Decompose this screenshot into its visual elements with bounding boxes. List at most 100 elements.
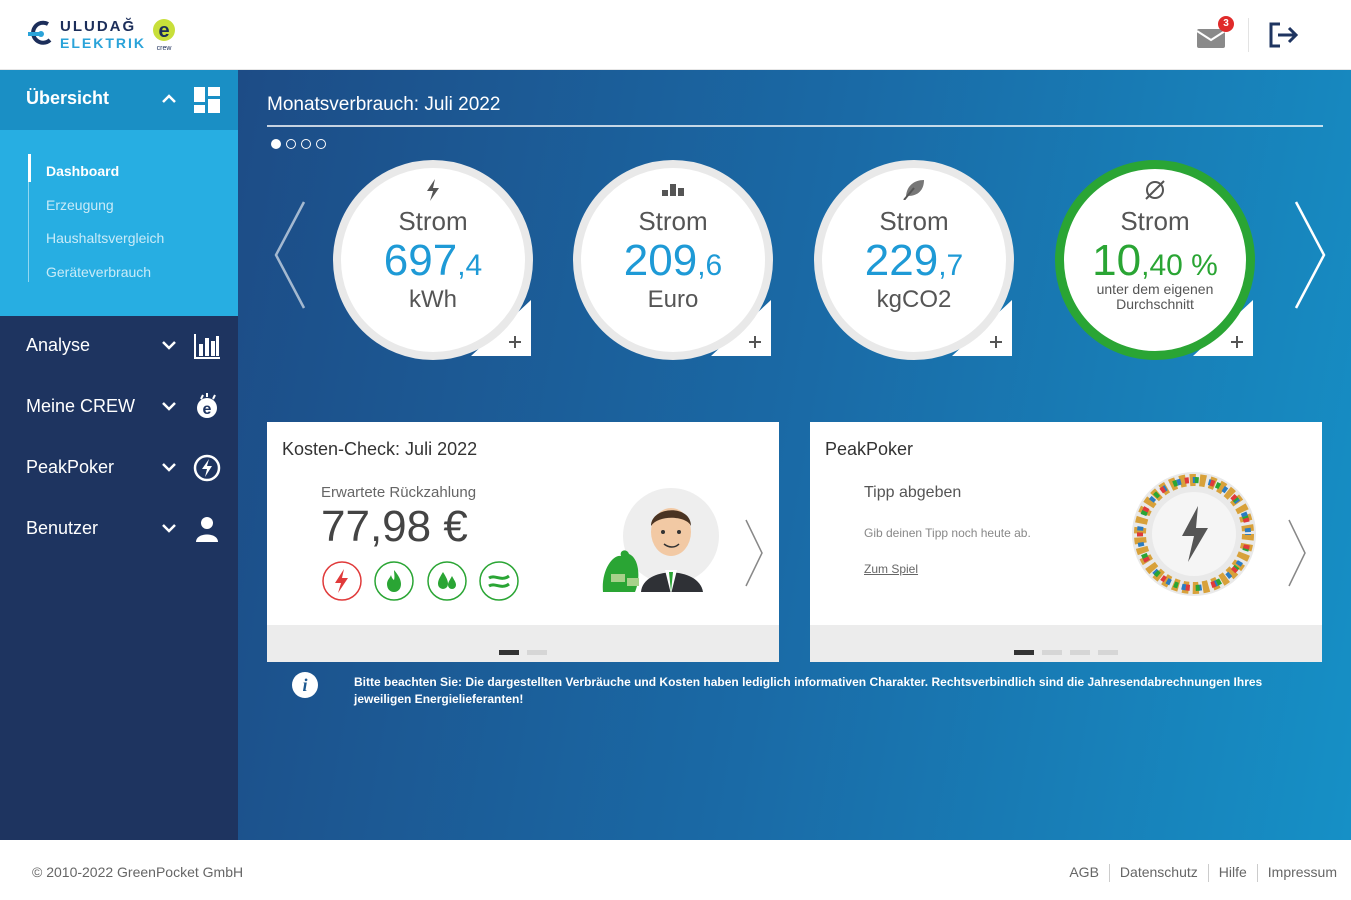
average-icon (1055, 178, 1255, 207)
pager-dot[interactable] (527, 650, 547, 655)
header-divider (1248, 18, 1249, 52)
footer-divider (1207, 864, 1209, 883)
sidebar: Übersicht Dashboard Erzeugung Haushaltsv… (0, 70, 238, 840)
gauge-value: 697,4 (383, 236, 483, 285)
sidebar-item-erzeugung[interactable]: Erzeugung (46, 197, 114, 213)
footer-divider (1108, 864, 1110, 883)
gas-flame-icon[interactable] (373, 560, 416, 602)
gauge-label: Strom (638, 206, 708, 236)
sidebar-section-uebersicht[interactable]: Übersicht (0, 70, 238, 130)
carousel-dot[interactable] (271, 139, 281, 149)
uludag-elektrik-logo[interactable]: ULUDAĞ ELEKTRIK e crew (26, 16, 186, 56)
sidebar-section-peakpoker[interactable]: PeakPoker (0, 440, 238, 496)
logo-text-elektrik: ELEKTRIK (60, 35, 146, 51)
footer-link-hilfe[interactable]: Hilfe (1219, 864, 1247, 880)
sidebar-section-label: Analyse (26, 335, 91, 355)
user-icon (196, 517, 218, 542)
coins-icon (573, 178, 773, 203)
footer-link-impressum[interactable]: Impressum (1268, 864, 1337, 880)
heating-icon[interactable] (478, 560, 521, 602)
active-indicator (28, 154, 31, 182)
sidebar-section-label: Benutzer (26, 518, 99, 538)
svg-text:crew: crew (157, 45, 173, 52)
gauge-label: Strom (398, 206, 468, 236)
gauge-average[interactable]: Strom 10,40 % unter dem eigenen Durchsch… (1055, 160, 1255, 360)
tip-label: Tipp abgeben (864, 484, 962, 501)
pager-dot[interactable] (499, 650, 519, 655)
gauge-unit: kgCO2 (876, 286, 952, 313)
card-next-arrow-icon[interactable] (743, 518, 765, 588)
logout-icon (1269, 22, 1299, 48)
gauge-note: unter dem eigenen Durchschnitt (1096, 281, 1214, 312)
sidebar-item-geraeteverbrauch[interactable]: Geräteverbrauch (46, 264, 151, 280)
card-title: PeakPoker (825, 439, 914, 459)
sidebar-subnav: Dashboard Erzeugung Haushaltsvergleich G… (0, 130, 238, 316)
sidebar-item-dashboard[interactable]: Dashboard (46, 163, 119, 179)
carousel-next-arrow-icon[interactable] (1292, 200, 1328, 310)
water-drops-icon[interactable] (425, 560, 468, 602)
pager-dot[interactable] (1042, 650, 1062, 655)
bar-chart-icon (194, 334, 220, 359)
logo-text-uludag: ULUDAĞ (60, 18, 137, 35)
chevron-down-icon (162, 341, 176, 350)
play-game-link[interactable]: Zum Spiel (864, 562, 918, 576)
gauge-label: Strom (879, 206, 949, 236)
carousel-dot[interactable] (316, 139, 326, 149)
disclaimer-text: Bitte beachten Sie: Die dargestellten Ve… (354, 675, 1263, 706)
card-title: Kosten-Check: Juli 2022 (282, 439, 478, 459)
card-footer (267, 625, 779, 662)
footer-link-agb[interactable]: AGB (1069, 864, 1099, 880)
gauge-unit: Euro (647, 286, 699, 313)
card-pager (810, 642, 1322, 660)
gauge-value: 209,6 (623, 236, 723, 285)
title-underline (267, 125, 1323, 127)
footer-divider (1256, 864, 1258, 883)
subnav-rail (28, 182, 29, 282)
card-next-arrow-icon[interactable] (1286, 518, 1308, 588)
roulette-wheel-icon[interactable] (1130, 470, 1258, 598)
pager-dot[interactable] (1098, 650, 1118, 655)
gauge-co2[interactable]: Strom 229,7 kgCO2 (814, 160, 1014, 360)
lightning-icon (333, 178, 533, 207)
expected-refund-label: Erwartete Rückzahlung (321, 484, 477, 501)
sidebar-section-benutzer[interactable]: Benutzer (0, 501, 238, 557)
pager-dot[interactable] (1070, 650, 1090, 655)
svg-text:e: e (203, 401, 212, 418)
footer-link-datenschutz[interactable]: Datenschutz (1120, 864, 1198, 880)
card-pager (267, 642, 779, 660)
pager-dot[interactable] (1014, 650, 1034, 655)
chevron-down-icon (162, 463, 176, 472)
carousel-dot[interactable] (286, 139, 296, 149)
sidebar-section-meine-crew[interactable]: Meine CREW e (0, 379, 238, 435)
gauge-unit: kWh (409, 286, 457, 313)
chevron-down-icon (162, 402, 176, 411)
gauge-euro[interactable]: Strom 209,6 Euro (573, 160, 773, 360)
sidebar-section-label: PeakPoker (26, 457, 115, 477)
advisor-avatar-icon (602, 488, 719, 594)
sidebar-section-label: Übersicht (26, 88, 110, 108)
sidebar-section-analyse[interactable]: Analyse (0, 318, 238, 374)
copyright-text: © 2010-2022 GreenPocket GmbH (32, 864, 244, 880)
logout-button[interactable] (1266, 20, 1302, 52)
carousel-dots (271, 136, 331, 154)
gauge-value: 10,40 % (1092, 236, 1218, 285)
chevron-down-icon (162, 524, 176, 533)
electricity-icon[interactable] (321, 560, 363, 602)
sidebar-section-label: Meine CREW (26, 396, 136, 416)
crew-icon: e (197, 393, 217, 418)
info-icon: i (292, 672, 318, 698)
peakpoker-card[interactable]: PeakPoker Tipp abgeben Gib deinen Tipp n… (810, 422, 1322, 662)
crew-logo-icon: e crew (153, 19, 175, 52)
lightning-circle-icon (193, 454, 221, 482)
page-title: Monatsverbrauch: Juli 2022 (267, 94, 501, 115)
carousel-dot[interactable] (301, 139, 311, 149)
carousel-prev-arrow-icon[interactable] (272, 200, 308, 310)
dashboard-tiles-icon (194, 87, 220, 113)
svg-text:e: e (158, 20, 169, 42)
footer-links: AGB Datenschutz Hilfe Impressum (1069, 864, 1337, 883)
sidebar-item-haushaltsvergleich[interactable]: Haushaltsvergleich (46, 230, 164, 246)
gauge-kwh[interactable]: Strom 697,4 kWh (333, 160, 533, 360)
cost-check-card[interactable]: Kosten-Check: Juli 2022 Erwartete Rückza… (267, 422, 779, 662)
messages-button[interactable]: 3 (1196, 16, 1234, 50)
footer: © 2010-2022 GreenPocket GmbH AGB Datensch… (0, 840, 1351, 900)
